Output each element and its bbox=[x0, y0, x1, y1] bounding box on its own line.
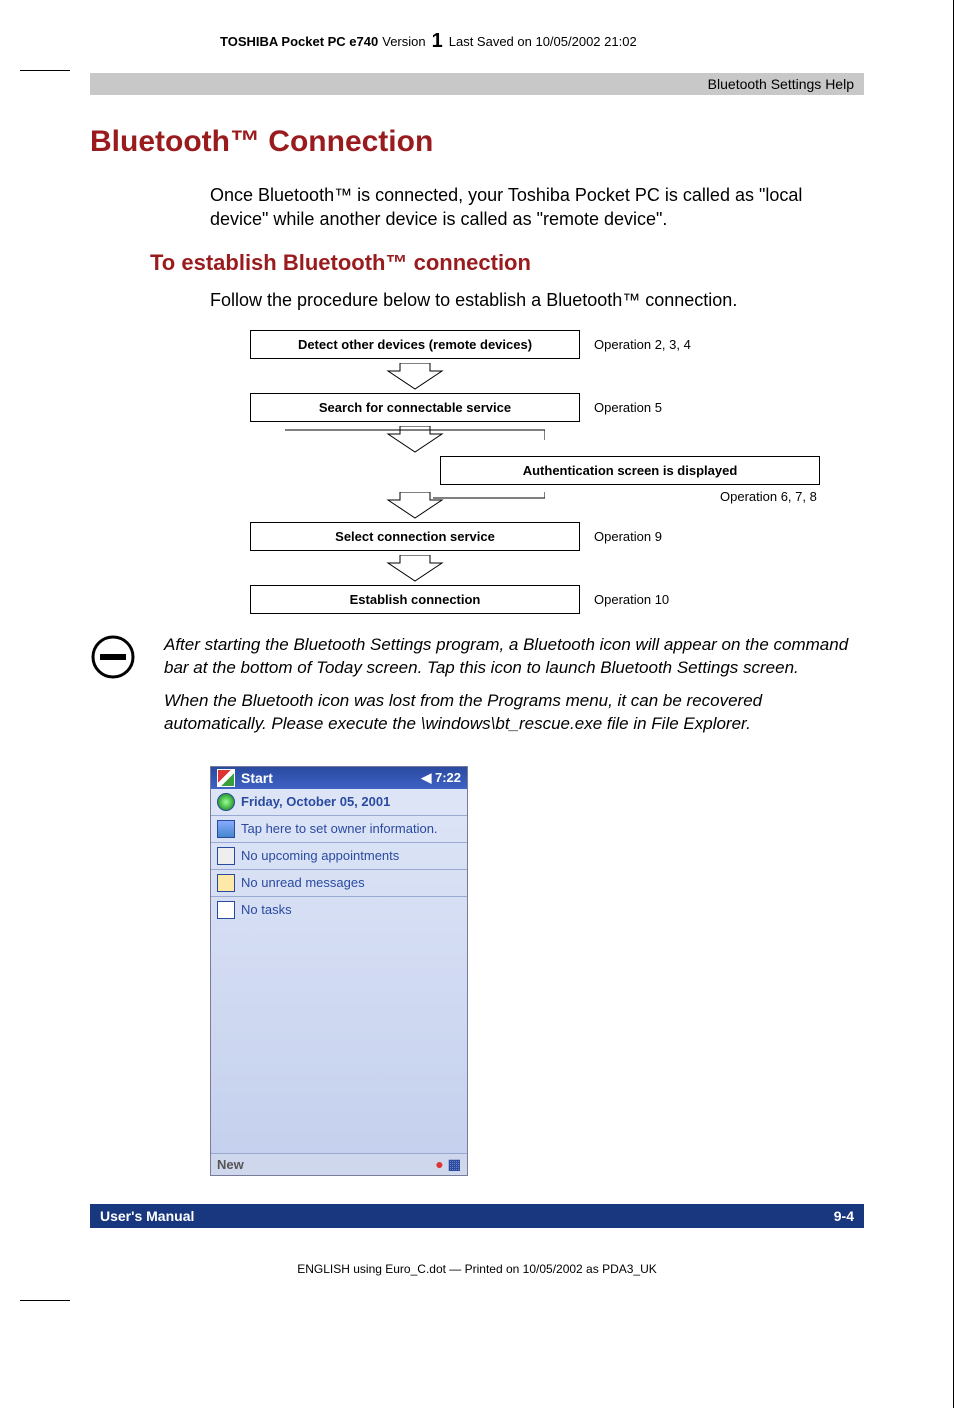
flow-label-3: Operation 9 bbox=[594, 529, 662, 544]
pda-date: Friday, October 05, 2001 bbox=[241, 794, 390, 809]
section-bar: Bluetooth Settings Help bbox=[90, 73, 864, 95]
pda-row-owner: Tap here to set owner information. bbox=[211, 816, 467, 843]
flow-arrow-icon bbox=[250, 363, 580, 391]
bluetooth-tray-icon: ● bbox=[435, 1156, 443, 1173]
calendar-icon bbox=[217, 847, 235, 865]
flow-box-establish: Establish connection bbox=[250, 585, 580, 614]
flowchart: Detect other devices (remote devices) Op… bbox=[250, 330, 830, 614]
flow-arrow-icon bbox=[250, 555, 580, 583]
page-body: TOSHIBA Pocket PC e740 Version 1 Last Sa… bbox=[0, 0, 954, 1316]
pda-row-tasks: No tasks bbox=[211, 897, 467, 923]
note-paragraph-2: When the Bluetooth icon was lost from th… bbox=[164, 690, 864, 736]
flow-box-search: Search for connectable service bbox=[250, 393, 580, 422]
pda-row-appts: No upcoming appointments bbox=[211, 843, 467, 870]
pda-titlebar: Start ◀ 7:22 bbox=[211, 767, 467, 789]
pda-row-msgs: No unread messages bbox=[211, 870, 467, 897]
subheading: To establish Bluetooth™ connection bbox=[150, 250, 864, 276]
pda-time: 7:22 bbox=[435, 770, 461, 785]
footer-bar: User's Manual 9-4 bbox=[90, 1204, 864, 1228]
last-saved: Last Saved on 10/05/2002 21:02 bbox=[449, 34, 637, 49]
pda-row-date: Friday, October 05, 2001 bbox=[211, 789, 467, 816]
owner-icon bbox=[217, 820, 235, 838]
version-number: 1 bbox=[432, 30, 443, 53]
flow-arrow-icon bbox=[250, 492, 580, 520]
version-label: Version bbox=[382, 34, 425, 49]
pda-appts-text: No upcoming appointments bbox=[241, 848, 399, 863]
flow-box-auth: Authentication screen is displayed bbox=[440, 456, 820, 485]
print-metadata: ENGLISH using Euro_C.dot — Printed on 10… bbox=[90, 1262, 864, 1276]
flow-label-2: Operation 5 bbox=[594, 400, 662, 415]
pda-msgs-text: No unread messages bbox=[241, 875, 365, 890]
inbox-icon bbox=[217, 874, 235, 892]
tasks-icon bbox=[217, 901, 235, 919]
speaker-time: ◀ 7:22 bbox=[421, 770, 461, 786]
lead-paragraph: Follow the procedure below to establish … bbox=[210, 288, 864, 312]
flow-arrow-icon bbox=[250, 426, 580, 454]
running-header: TOSHIBA Pocket PC e740 Version 1 Last Sa… bbox=[90, 30, 864, 53]
product-name: TOSHIBA Pocket PC e740 bbox=[220, 34, 378, 49]
pda-owner-text: Tap here to set owner information. bbox=[241, 821, 438, 836]
intro-paragraph: Once Bluetooth™ is connected, your Toshi… bbox=[210, 183, 864, 232]
note-paragraph-1: After starting the Bluetooth Settings pr… bbox=[164, 634, 864, 680]
footer-right: 9-4 bbox=[834, 1208, 854, 1224]
flow-label-branch: Operation 6, 7, 8 bbox=[720, 489, 830, 504]
footer-left: User's Manual bbox=[100, 1208, 194, 1224]
flow-box-select: Select connection service bbox=[250, 522, 580, 551]
pda-body-area bbox=[211, 923, 467, 1153]
flow-label-4: Operation 10 bbox=[594, 592, 669, 607]
pda-screenshot: Start ◀ 7:22 Friday, October 05, 2001 Ta… bbox=[210, 766, 468, 1176]
flow-box-detect: Detect other devices (remote devices) bbox=[250, 330, 580, 359]
pda-tray-icons: ● ▦ bbox=[435, 1156, 461, 1173]
note-icon bbox=[90, 634, 136, 685]
start-flag-icon bbox=[217, 769, 235, 787]
flow-label-1: Operation 2, 3, 4 bbox=[594, 337, 691, 352]
pda-new-label: New bbox=[217, 1157, 244, 1172]
note-text: After starting the Bluetooth Settings pr… bbox=[164, 634, 864, 746]
page-title: Bluetooth™ Connection bbox=[90, 125, 864, 159]
note-block: After starting the Bluetooth Settings pr… bbox=[90, 634, 864, 746]
sip-icon: ▦ bbox=[448, 1156, 461, 1173]
clock-icon bbox=[217, 793, 235, 811]
pda-bottom-bar: New ● ▦ bbox=[211, 1153, 467, 1175]
pda-title: Start bbox=[241, 770, 273, 786]
pda-tasks-text: No tasks bbox=[241, 902, 292, 917]
